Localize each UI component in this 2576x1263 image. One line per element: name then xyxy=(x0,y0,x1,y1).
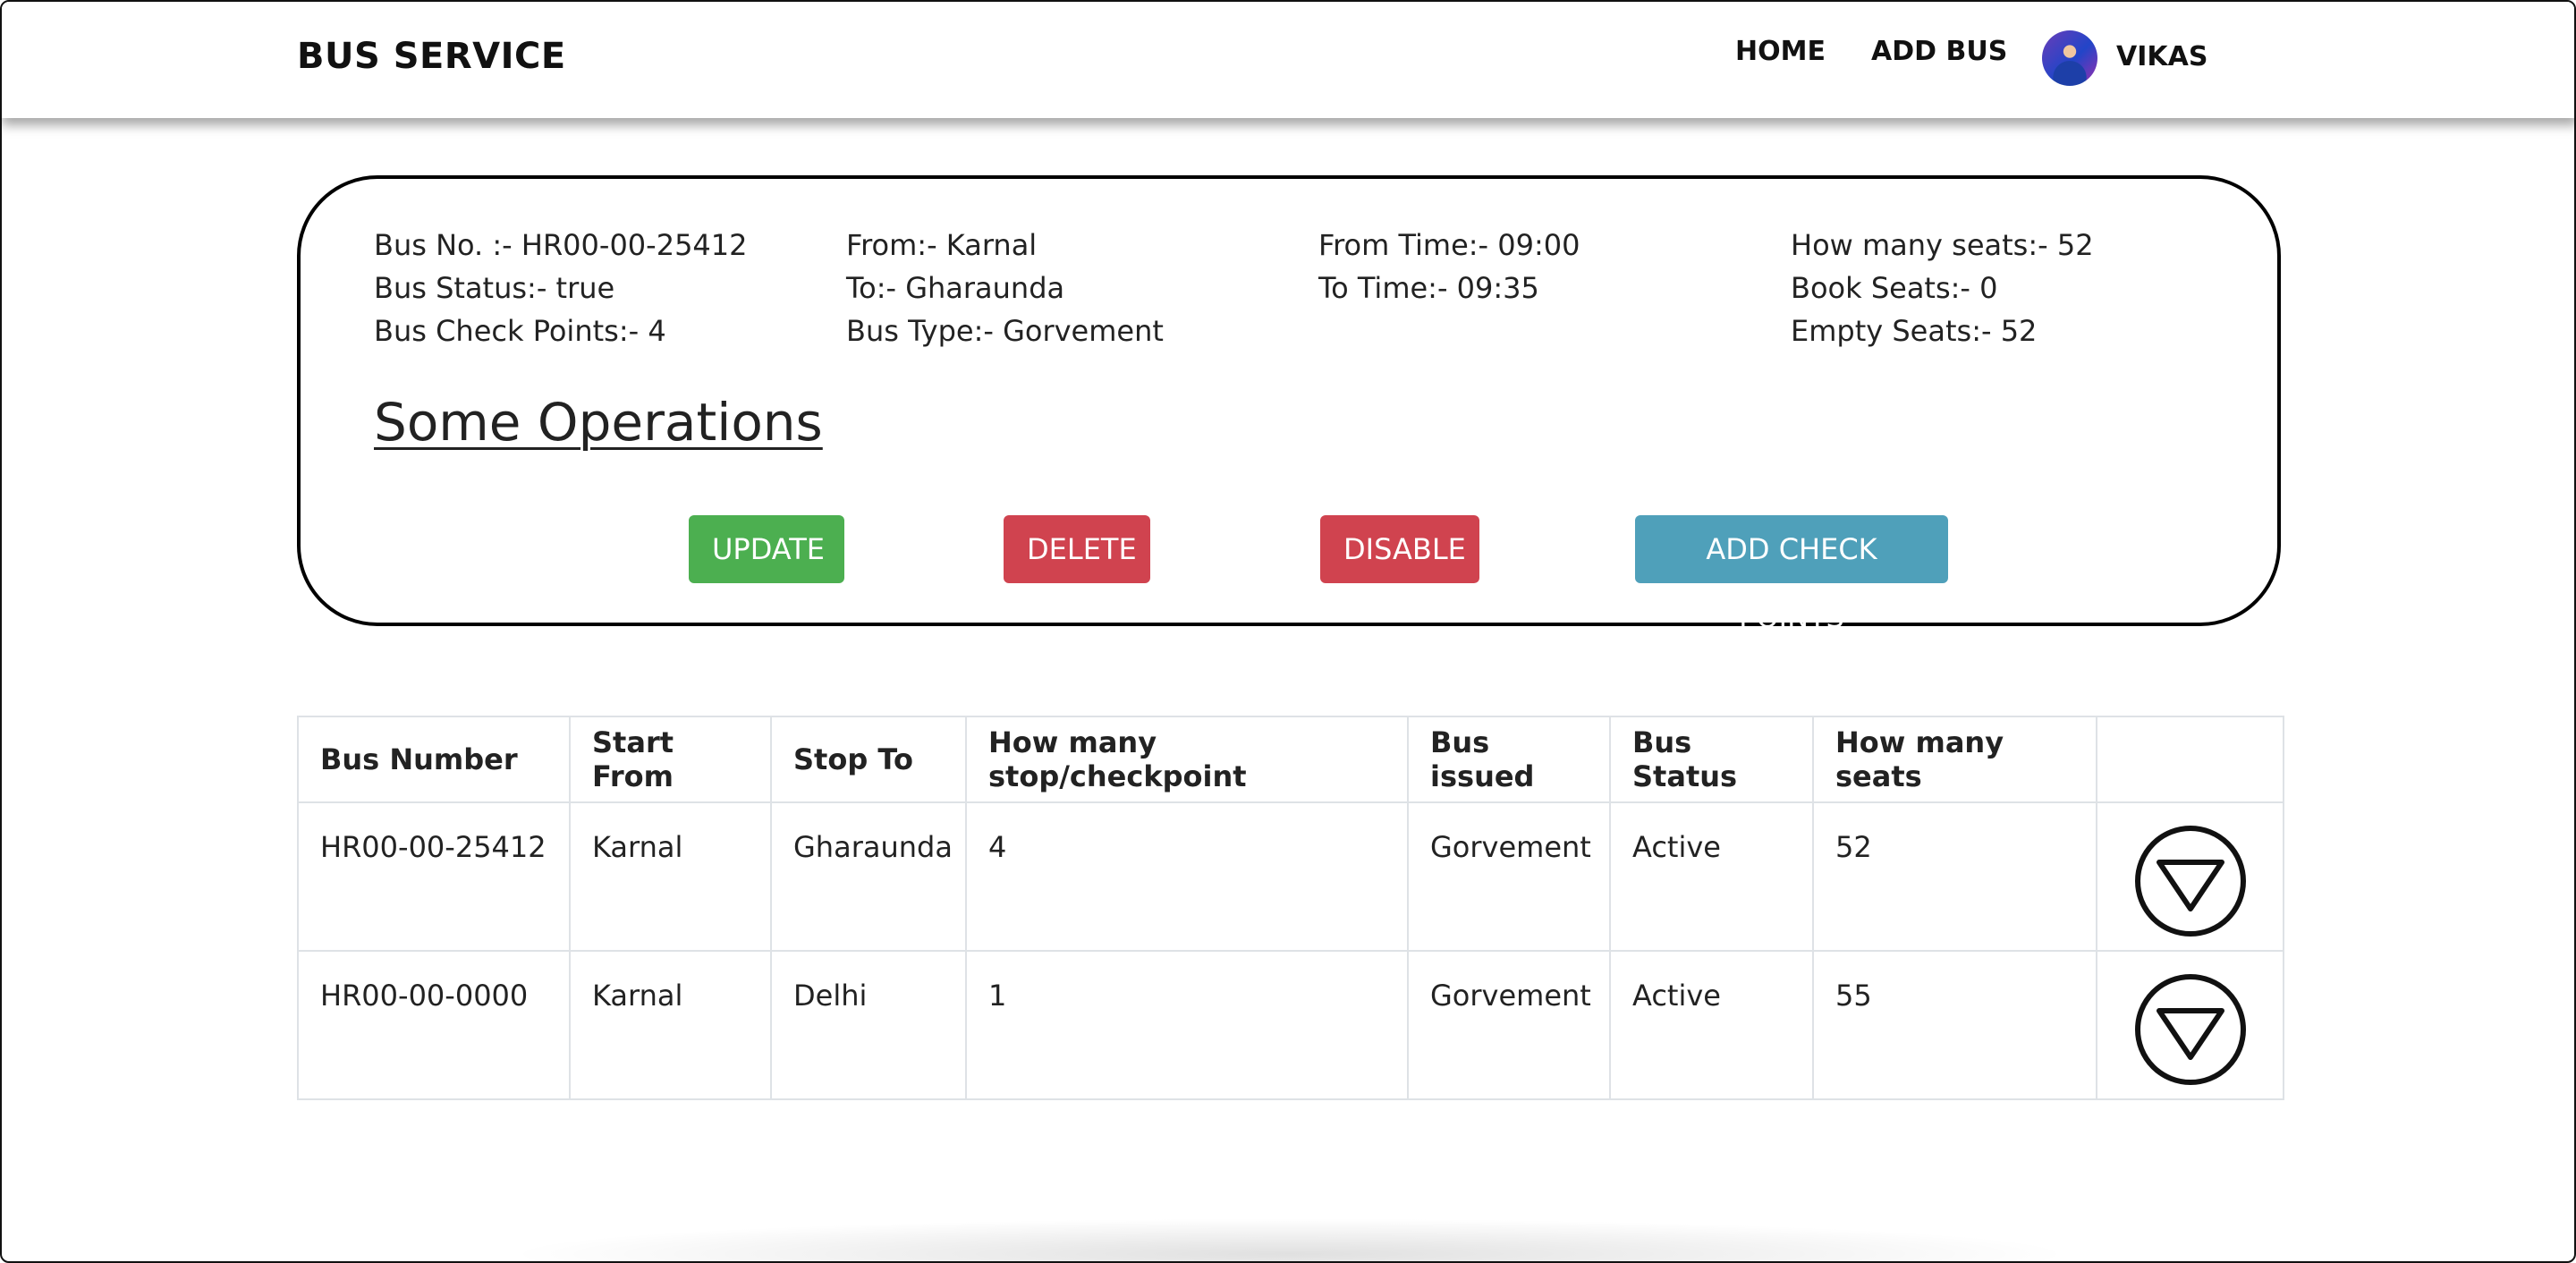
header-action xyxy=(2096,716,2284,803)
header-bus-issued: Bus issued xyxy=(1407,716,1611,803)
cell-stops: 1 xyxy=(965,950,1409,1100)
seats-info: How many seats:- 52 xyxy=(1791,228,2094,262)
header-stops: How many stop/checkpoint xyxy=(965,716,1409,803)
from-time-info: From Time:- 09:00 xyxy=(1318,228,1580,262)
cell-bus-number: HR00-00-0000 xyxy=(297,950,571,1100)
avatar[interactable] xyxy=(2042,30,2097,86)
delete-button[interactable]: DELETE xyxy=(1004,515,1150,583)
cell-bus-issued: Gorvement xyxy=(1407,801,1611,952)
cell-start-from: Karnal xyxy=(569,950,772,1100)
cell-bus-status: Active xyxy=(1609,801,1814,952)
from-info: From:- Karnal xyxy=(846,228,1038,262)
add-check-points-button[interactable]: ADD CHECK POINTS xyxy=(1635,515,1948,634)
bus-status-info: Bus Status:- true xyxy=(374,271,615,305)
header-start-from: Start From xyxy=(569,716,772,803)
app-window: BUS SERVICE HOME ADD BUS VIKAS Bus No. :… xyxy=(0,0,2576,1263)
cell-seats: 55 xyxy=(1812,950,2097,1100)
cell-seats: 52 xyxy=(1812,801,2097,952)
to-info: To:- Gharaunda xyxy=(846,271,1065,305)
navbar: BUS SERVICE HOME ADD BUS VIKAS xyxy=(2,2,2574,118)
disable-button[interactable]: DISABLE xyxy=(1320,515,1479,583)
brand-title[interactable]: BUS SERVICE xyxy=(297,36,566,77)
header-bus-status: Bus Status xyxy=(1609,716,1814,803)
cell-bus-issued: Gorvement xyxy=(1407,950,1611,1100)
header-bus-number: Bus Number xyxy=(297,716,571,803)
bus-table-container: Bus Number Start From Stop To How many s… xyxy=(297,716,2284,1100)
bus-number-info: Bus No. :- HR00-00-25412 xyxy=(374,228,748,262)
cell-action xyxy=(2096,950,2284,1100)
bus-type-info: Bus Type:- Gorvement xyxy=(846,314,1164,348)
header-stop-to: Stop To xyxy=(770,716,967,803)
triangle-down-circle-icon[interactable] xyxy=(2134,973,2247,1086)
empty-seats-info: Empty Seats:- 52 xyxy=(1791,314,2038,348)
bus-table: Bus Number Start From Stop To How many s… xyxy=(297,716,2284,1100)
book-seats-info: Book Seats:- 0 xyxy=(1791,271,1998,305)
cell-action xyxy=(2096,801,2284,952)
cell-stop-to: Gharaunda xyxy=(770,801,967,952)
operations-title: Some Operations xyxy=(374,392,823,453)
table-row: HR00-00-25412 Karnal Gharaunda 4 Gorveme… xyxy=(297,801,2284,952)
header-seats: How many seats xyxy=(1812,716,2097,803)
check-points-info: Bus Check Points:- 4 xyxy=(374,314,666,348)
cell-stops: 4 xyxy=(965,801,1409,952)
triangle-down-circle-icon[interactable] xyxy=(2134,825,2247,937)
cell-start-from: Karnal xyxy=(569,801,772,952)
nav-add-bus-link[interactable]: ADD BUS xyxy=(1871,36,2007,67)
cell-bus-status: Active xyxy=(1609,950,1814,1100)
table-header-row: Bus Number Start From Stop To How many s… xyxy=(297,716,2284,803)
update-button[interactable]: UPDATE xyxy=(689,515,844,583)
to-time-info: To Time:- 09:35 xyxy=(1318,271,1539,305)
table-row: HR00-00-0000 Karnal Delhi 1 Gorvement Ac… xyxy=(297,950,2284,1100)
nav-home-link[interactable]: HOME xyxy=(1735,36,1826,67)
user-name[interactable]: VIKAS xyxy=(2116,41,2207,72)
bottom-shadow xyxy=(503,1218,2077,1261)
cell-stop-to: Delhi xyxy=(770,950,967,1100)
cell-bus-number: HR00-00-25412 xyxy=(297,801,571,952)
bus-detail-card: Bus No. :- HR00-00-25412 Bus Status:- tr… xyxy=(297,175,2281,634)
